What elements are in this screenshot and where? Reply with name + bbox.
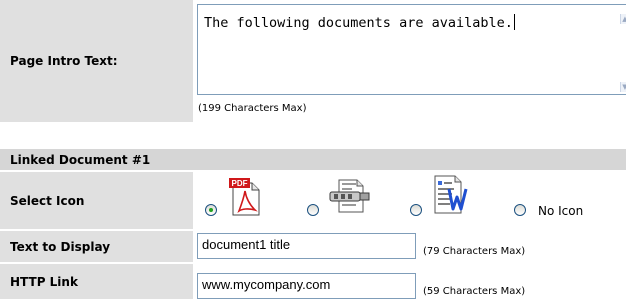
linked-document-header-text: Linked Document #1 — [10, 152, 151, 167]
page-intro-textarea[interactable]: The following documents are available. — [197, 4, 626, 95]
text-to-display-label-text: Text to Display — [10, 239, 111, 254]
text-caret — [513, 14, 515, 30]
no-icon-label: No Icon — [538, 204, 584, 218]
http-link-value: www.mycompany.com — [202, 277, 331, 292]
page-intro-max-note: (199 Characters Max) — [198, 103, 307, 114]
http-link-label: HTTP Link — [0, 264, 193, 299]
text-to-display-value: document1 title — [202, 237, 291, 252]
text-to-display-max-note: (79 Characters Max) — [423, 246, 526, 257]
word-document-icon[interactable] — [433, 175, 469, 215]
linked-document-header: Linked Document #1 — [0, 149, 626, 170]
page-intro-label-text: Page Intro Text: — [10, 54, 118, 68]
scroll-down-arrow-icon[interactable]: ▼ — [620, 82, 626, 92]
pdf-badge-text: PDF — [232, 179, 248, 188]
page-intro-label: Page Intro Text: — [0, 0, 193, 122]
radio-no-icon[interactable] — [514, 204, 526, 216]
pdf-icon[interactable]: PDF — [228, 177, 262, 217]
http-link-max-note: (59 Characters Max) — [423, 286, 526, 297]
radio-word-icon[interactable] — [410, 204, 422, 216]
select-icon-label-text: Select Icon — [10, 193, 85, 208]
zip-file-icon[interactable] — [329, 178, 371, 214]
radio-zip-icon[interactable] — [307, 204, 319, 216]
select-icon-label: Select Icon — [0, 172, 193, 229]
page-intro-value: The following documents are available. — [204, 15, 513, 31]
http-link-input[interactable]: www.mycompany.com — [197, 273, 416, 299]
http-link-label-text: HTTP Link — [10, 274, 78, 289]
text-to-display-input[interactable]: document1 title — [197, 233, 416, 259]
text-to-display-label: Text to Display — [0, 231, 193, 262]
radio-pdf-icon[interactable] — [205, 204, 217, 216]
scroll-up-arrow-icon[interactable]: ▲ — [620, 14, 626, 24]
